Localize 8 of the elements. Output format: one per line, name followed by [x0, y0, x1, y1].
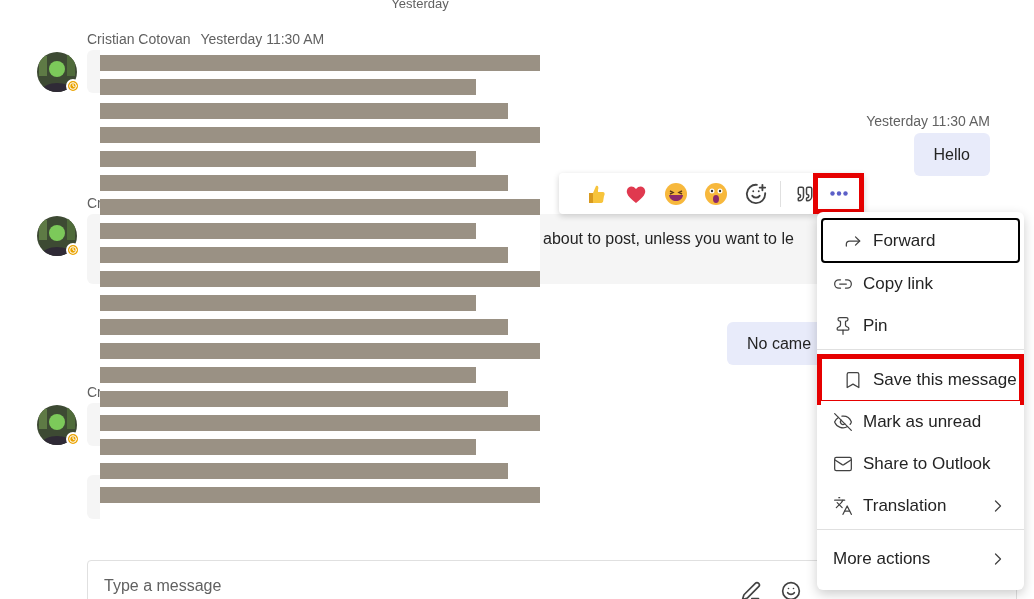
message-time: Yesterday 11:30 AM	[866, 113, 990, 129]
message-text: Hello	[933, 144, 970, 165]
sender-name: Cr	[87, 194, 102, 212]
message-text: about to post, unless you want to le	[543, 230, 794, 247]
sender-name: Cr	[87, 383, 102, 401]
message-time: Yesterday 11:30 AM	[200, 30, 325, 48]
message-text: No came	[747, 333, 812, 354]
sender-name: Cristian Cotovan	[87, 30, 191, 48]
